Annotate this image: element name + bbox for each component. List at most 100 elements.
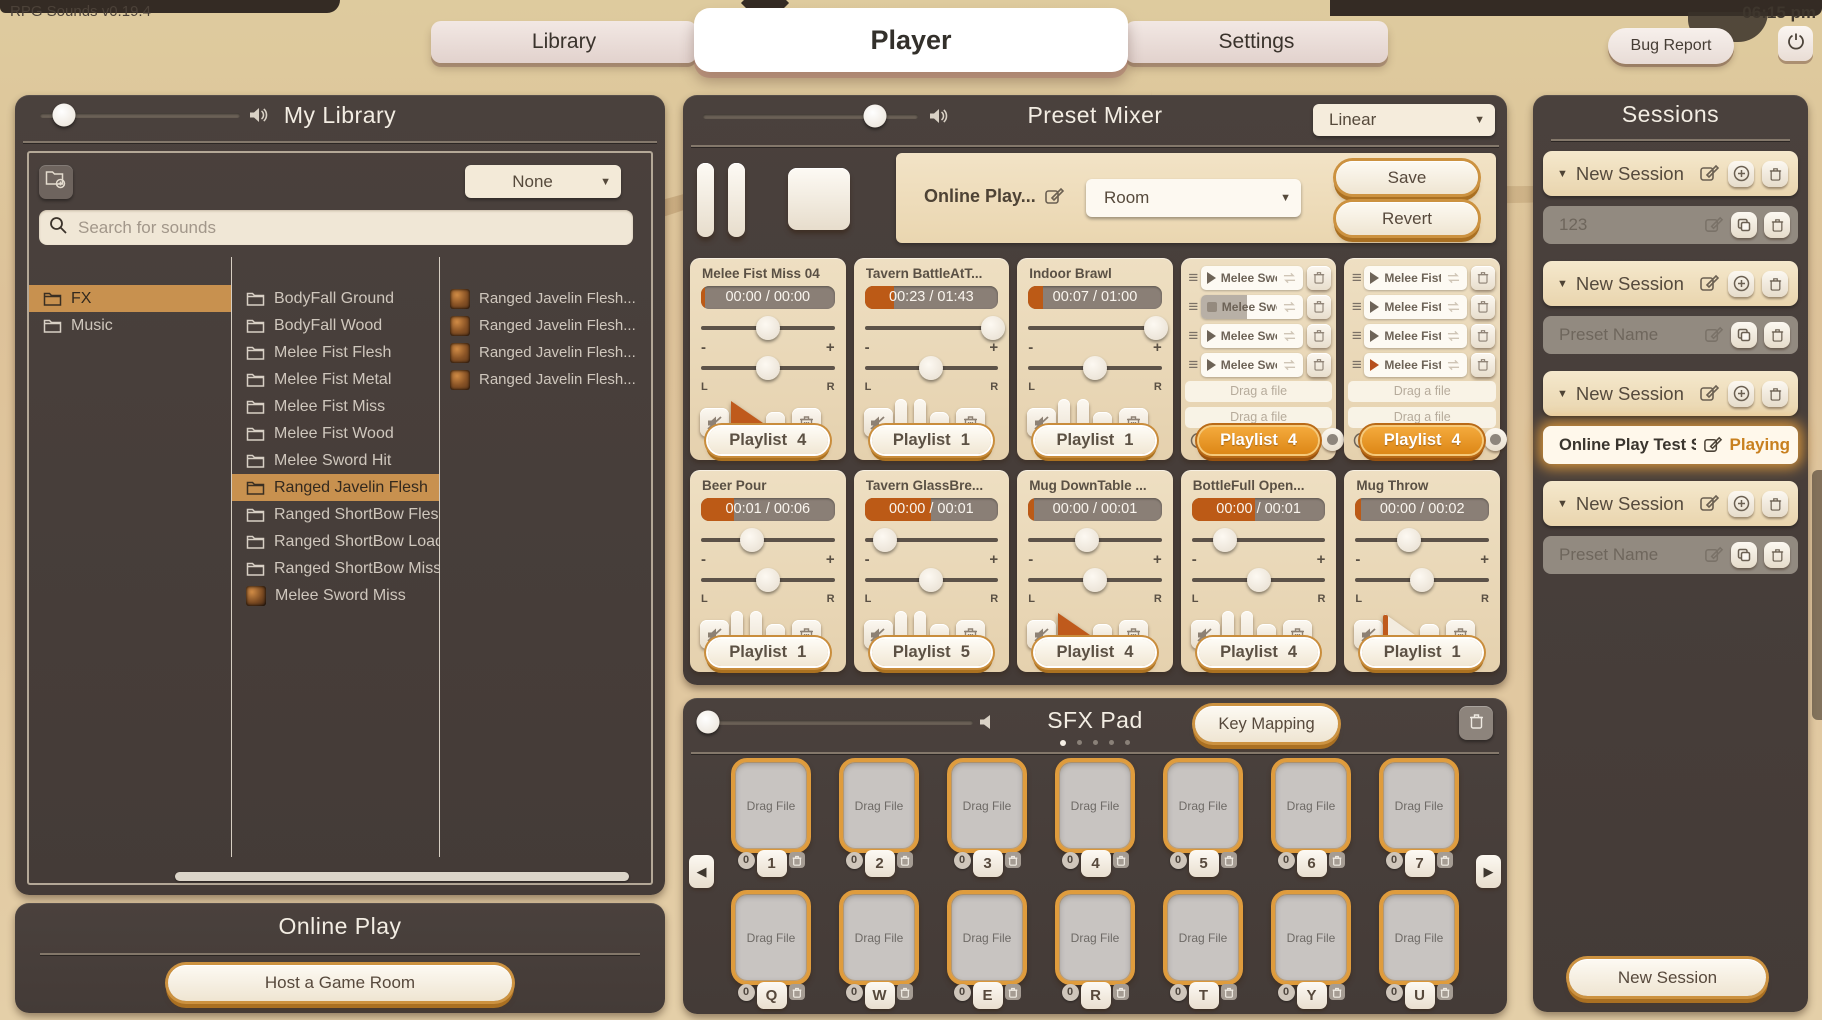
add-folder-button[interactable]: [39, 165, 73, 199]
library-subfolder[interactable]: BodyFall Ground: [232, 285, 439, 312]
pan-knob[interactable]: [1083, 568, 1107, 592]
pan-slider[interactable]: LR: [1028, 570, 1162, 604]
session-header[interactable]: ▼ New Session: [1543, 261, 1798, 306]
pan-slider[interactable]: LR: [1028, 358, 1162, 392]
drag-handle-icon[interactable]: ≡: [1349, 328, 1364, 343]
library-subfolder[interactable]: Ranged ShortBow Miss: [232, 555, 439, 582]
track-play-icon[interactable]: [1207, 272, 1216, 284]
track-play-icon[interactable]: [1370, 330, 1379, 342]
track-trash-button[interactable]: [1471, 324, 1495, 348]
pan-slider[interactable]: LR: [865, 358, 999, 392]
card-progress-bar[interactable]: 00:00 / 00:02: [1355, 498, 1489, 521]
room-dropdown[interactable]: Room ▼: [1086, 179, 1301, 217]
power-button[interactable]: [1778, 26, 1813, 61]
edit-session-icon[interactable]: [1699, 163, 1720, 184]
sfx-pad[interactable]: Drag File: [1163, 890, 1243, 985]
collapse-caret-icon[interactable]: ▼: [1557, 388, 1568, 400]
drag-file-slot[interactable]: Drag a file: [1348, 407, 1496, 428]
volume-knob[interactable]: [1144, 316, 1168, 340]
record-button[interactable]: [1484, 428, 1507, 451]
edit-preset-name-icon[interactable]: [1044, 186, 1065, 207]
pad-trash-button[interactable]: [897, 852, 913, 868]
edit-session-icon[interactable]: [1699, 383, 1720, 404]
library-file[interactable]: Ranged Javelin Flesh...: [440, 366, 651, 393]
pan-knob[interactable]: [919, 568, 943, 592]
add-preset-button[interactable]: [1728, 491, 1754, 517]
bug-report-button[interactable]: Bug Report: [1608, 28, 1734, 64]
playlist-button[interactable]: Playlist 4: [1035, 639, 1155, 666]
volume-slider[interactable]: -+: [1028, 318, 1162, 352]
track-play-icon[interactable]: [1370, 301, 1379, 313]
repeat-icon[interactable]: [1282, 272, 1297, 284]
library-subfolder[interactable]: Melee Sword Hit: [232, 447, 439, 474]
repeat-icon[interactable]: [1282, 301, 1297, 313]
playlist-track-row[interactable]: ≡ Melee Fist ...: [1349, 265, 1495, 290]
pad-trash-button[interactable]: [1221, 984, 1237, 1000]
volume-slider[interactable]: -+: [865, 530, 999, 564]
playlist-button[interactable]: Playlist 1: [1035, 427, 1155, 454]
library-subfolder[interactable]: Melee Fist Wood: [232, 420, 439, 447]
collapse-caret-icon[interactable]: ▼: [1557, 278, 1568, 290]
pad-trash-button[interactable]: [1113, 852, 1129, 868]
volume-slider[interactable]: -+: [865, 318, 999, 352]
drag-file-slot[interactable]: Drag a file: [1185, 381, 1333, 402]
edit-preset-icon[interactable]: [1704, 545, 1724, 565]
sfx-pad[interactable]: Drag File: [1163, 758, 1243, 853]
pad-trash-button[interactable]: [1221, 852, 1237, 868]
pan-slider[interactable]: LR: [865, 570, 999, 604]
sfx-pad[interactable]: Drag File: [947, 890, 1027, 985]
repeat-icon[interactable]: [1446, 330, 1461, 342]
delete-preset-button[interactable]: [1764, 542, 1790, 568]
add-preset-button[interactable]: [1728, 161, 1754, 187]
volume-slider[interactable]: -+: [1355, 530, 1489, 564]
track-trash-button[interactable]: [1307, 324, 1331, 348]
library-file[interactable]: Ranged Javelin Flesh...: [440, 312, 651, 339]
edit-preset-icon[interactable]: [1703, 435, 1723, 455]
library-file[interactable]: Ranged Javelin Flesh...: [440, 285, 651, 312]
volume-knob[interactable]: [873, 528, 897, 552]
horizontal-scrollbar[interactable]: [175, 872, 629, 881]
card-progress-bar[interactable]: 00:00 / 00:01: [1028, 498, 1162, 521]
pan-knob[interactable]: [1083, 356, 1107, 380]
volume-knob[interactable]: [1213, 528, 1237, 552]
playlist-track-row[interactable]: ≡ Melee Swor...: [1186, 294, 1332, 319]
drag-handle-icon[interactable]: ≡: [1186, 328, 1201, 343]
host-game-room-button[interactable]: Host a Game Room: [168, 965, 512, 1001]
revert-button[interactable]: Revert: [1336, 202, 1478, 235]
volume-knob[interactable]: [1397, 528, 1421, 552]
copy-preset-button[interactable]: [1731, 212, 1757, 238]
playlist-button[interactable]: Playlist 4: [1199, 639, 1319, 666]
session-header[interactable]: ▼ New Session: [1543, 151, 1798, 196]
sfx-pad[interactable]: Drag File: [839, 890, 919, 985]
tab-settings[interactable]: Settings: [1125, 21, 1388, 63]
track-play-icon[interactable]: [1370, 272, 1379, 284]
playlist-track-row[interactable]: ≡ Melee Swor...: [1186, 352, 1332, 377]
tab-player[interactable]: Player: [694, 8, 1128, 72]
session-header[interactable]: ▼ New Session: [1543, 371, 1798, 416]
pan-knob[interactable]: [756, 568, 780, 592]
pad-trash-button[interactable]: [1005, 852, 1021, 868]
record-button[interactable]: [1321, 428, 1344, 451]
library-subfolder[interactable]: Melee Fist Metal: [232, 366, 439, 393]
playlist-button[interactable]: Playlist 1: [1362, 639, 1482, 666]
library-subfolder[interactable]: BodyFall Wood: [232, 312, 439, 339]
library-subfolder[interactable]: Melee Fist Flesh: [232, 339, 439, 366]
playlist-button[interactable]: Playlist 4: [708, 427, 828, 454]
edit-session-icon[interactable]: [1699, 273, 1720, 294]
pan-knob[interactable]: [1410, 568, 1434, 592]
pad-trash-button[interactable]: [1005, 984, 1021, 1000]
sfx-pad[interactable]: Drag File: [731, 758, 811, 853]
repeat-icon[interactable]: [1282, 359, 1297, 371]
track-trash-button[interactable]: [1471, 353, 1495, 377]
copy-preset-button[interactable]: [1731, 542, 1757, 568]
track-trash-button[interactable]: [1307, 353, 1331, 377]
card-progress-bar[interactable]: 00:00 / 00:01: [865, 498, 999, 521]
pad-trash-button[interactable]: [789, 984, 805, 1000]
track-trash-button[interactable]: [1471, 266, 1495, 290]
key-mapping-button[interactable]: Key Mapping: [1195, 706, 1338, 742]
pause-all-bar[interactable]: [697, 163, 714, 237]
pad-trash-button[interactable]: [1329, 852, 1345, 868]
library-subfolder[interactable]: Melee Fist Miss: [232, 393, 439, 420]
mixer-mode-dropdown[interactable]: Linear ▼: [1313, 104, 1495, 136]
card-progress-bar[interactable]: 00:07 / 01:00: [1028, 286, 1162, 309]
